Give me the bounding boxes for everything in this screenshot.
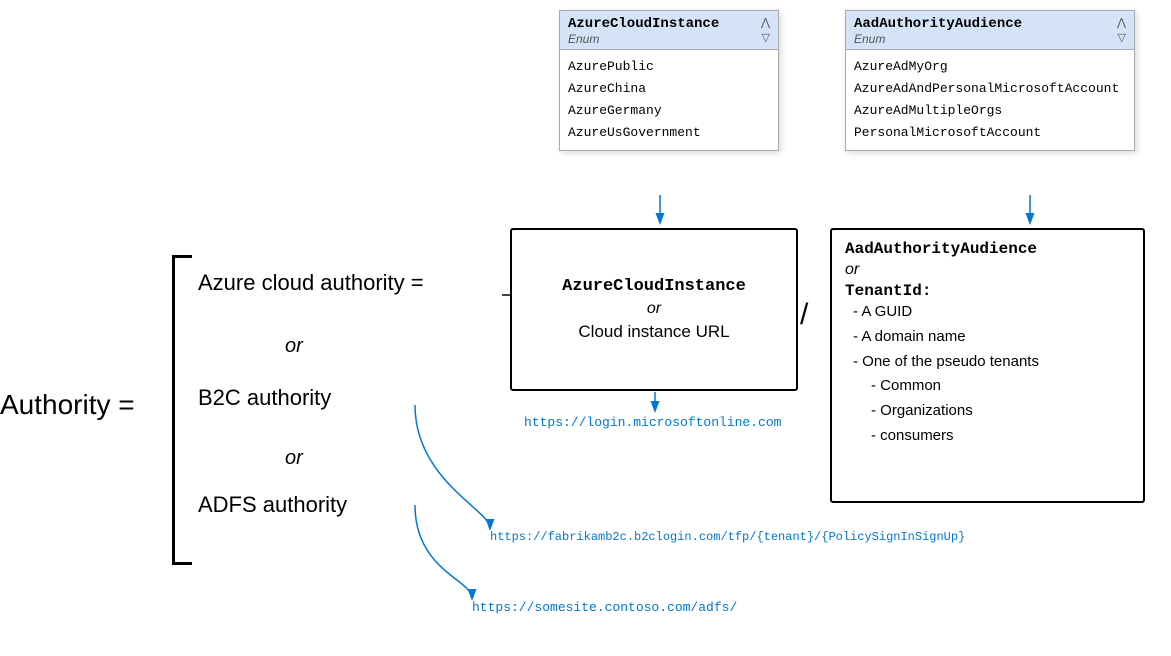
enum-aad-scroll-icon[interactable]: ⋀	[1117, 16, 1126, 29]
enum-azure-scroll-icon[interactable]: ⋀	[761, 16, 770, 29]
enum-azure-item-3: AzureUsGovernment	[568, 122, 770, 144]
azure-cloud-option: Azure cloud authority =	[198, 270, 424, 296]
or-1: or	[285, 335, 303, 358]
enum-azure-item-0: AzurePublic	[568, 56, 770, 78]
enum-azure-header: AzureCloudInstance Enum ⋀ ▽	[560, 11, 778, 50]
enum-aad-body: AzureAdMyOrg AzureAdAndPersonalMicrosoft…	[846, 50, 1134, 150]
or-2: or	[285, 447, 303, 470]
right-box-line1: AadAuthorityAudience	[845, 240, 1140, 258]
enum-aad-subtitle: Enum	[854, 32, 1022, 46]
enum-azure-item-1: AzureChina	[568, 78, 770, 100]
right-box-item-2: - One of the pseudo tenants	[845, 350, 1140, 375]
azure-cloud-instance-enum: AzureCloudInstance Enum ⋀ ▽ AzurePublic …	[559, 10, 779, 151]
login-url[interactable]: https://login.microsoftonline.com	[524, 415, 781, 430]
enum-aad-header: AadAuthorityAudience Enum ⋀ ▽	[846, 11, 1134, 50]
enum-aad-title: AadAuthorityAudience	[854, 16, 1022, 32]
enum-azure-item-2: AzureGermany	[568, 100, 770, 122]
adfs-option: ADFS authority	[198, 492, 347, 518]
right-box-subitem-1: - Organizations	[845, 399, 1140, 424]
middle-box-line2: Cloud instance URL	[578, 322, 729, 342]
middle-box-or: or	[647, 300, 661, 318]
main-bracket	[172, 255, 192, 565]
middle-box-content: AzureCloudInstance or Cloud instance URL	[510, 228, 798, 391]
enum-aad-item-0: AzureAdMyOrg	[854, 56, 1126, 78]
enum-azure-filter-icon[interactable]: ▽	[762, 31, 770, 44]
right-box-item-1: - A domain name	[845, 325, 1140, 350]
b2c-option: B2C authority	[198, 385, 331, 411]
enum-azure-title: AzureCloudInstance	[568, 16, 719, 32]
right-box-subitem-2: - consumers	[845, 424, 1140, 449]
authority-label: Authority =	[0, 389, 135, 421]
enum-aad-filter-icon[interactable]: ▽	[1118, 31, 1126, 44]
right-box-content: AadAuthorityAudience or TenantId: - A GU…	[845, 240, 1140, 449]
middle-box-line1: AzureCloudInstance	[562, 277, 746, 296]
right-box-tenantid: TenantId:	[845, 282, 1140, 300]
slash-divider: /	[800, 298, 808, 332]
right-box-item-0: - A GUID	[845, 300, 1140, 325]
aad-authority-audience-enum: AadAuthorityAudience Enum ⋀ ▽ AzureAdMyO…	[845, 10, 1135, 151]
enum-aad-item-2: AzureAdMultipleOrgs	[854, 100, 1126, 122]
enum-aad-item-1: AzureAdAndPersonalMicrosoftAccount	[854, 78, 1126, 100]
right-box-subitem-0: - Common	[845, 374, 1140, 399]
diagram-container: AzureCloudInstance Enum ⋀ ▽ AzurePublic …	[0, 0, 1171, 656]
enum-aad-item-3: PersonalMicrosoftAccount	[854, 122, 1126, 144]
adfs-url[interactable]: https://somesite.contoso.com/adfs/	[472, 600, 737, 615]
enum-azure-subtitle: Enum	[568, 32, 719, 46]
b2c-url[interactable]: https://fabrikamb2c.b2clogin.com/tfp/{te…	[490, 530, 965, 544]
enum-azure-body: AzurePublic AzureChina AzureGermany Azur…	[560, 50, 778, 150]
right-box-or: or	[845, 261, 1140, 279]
